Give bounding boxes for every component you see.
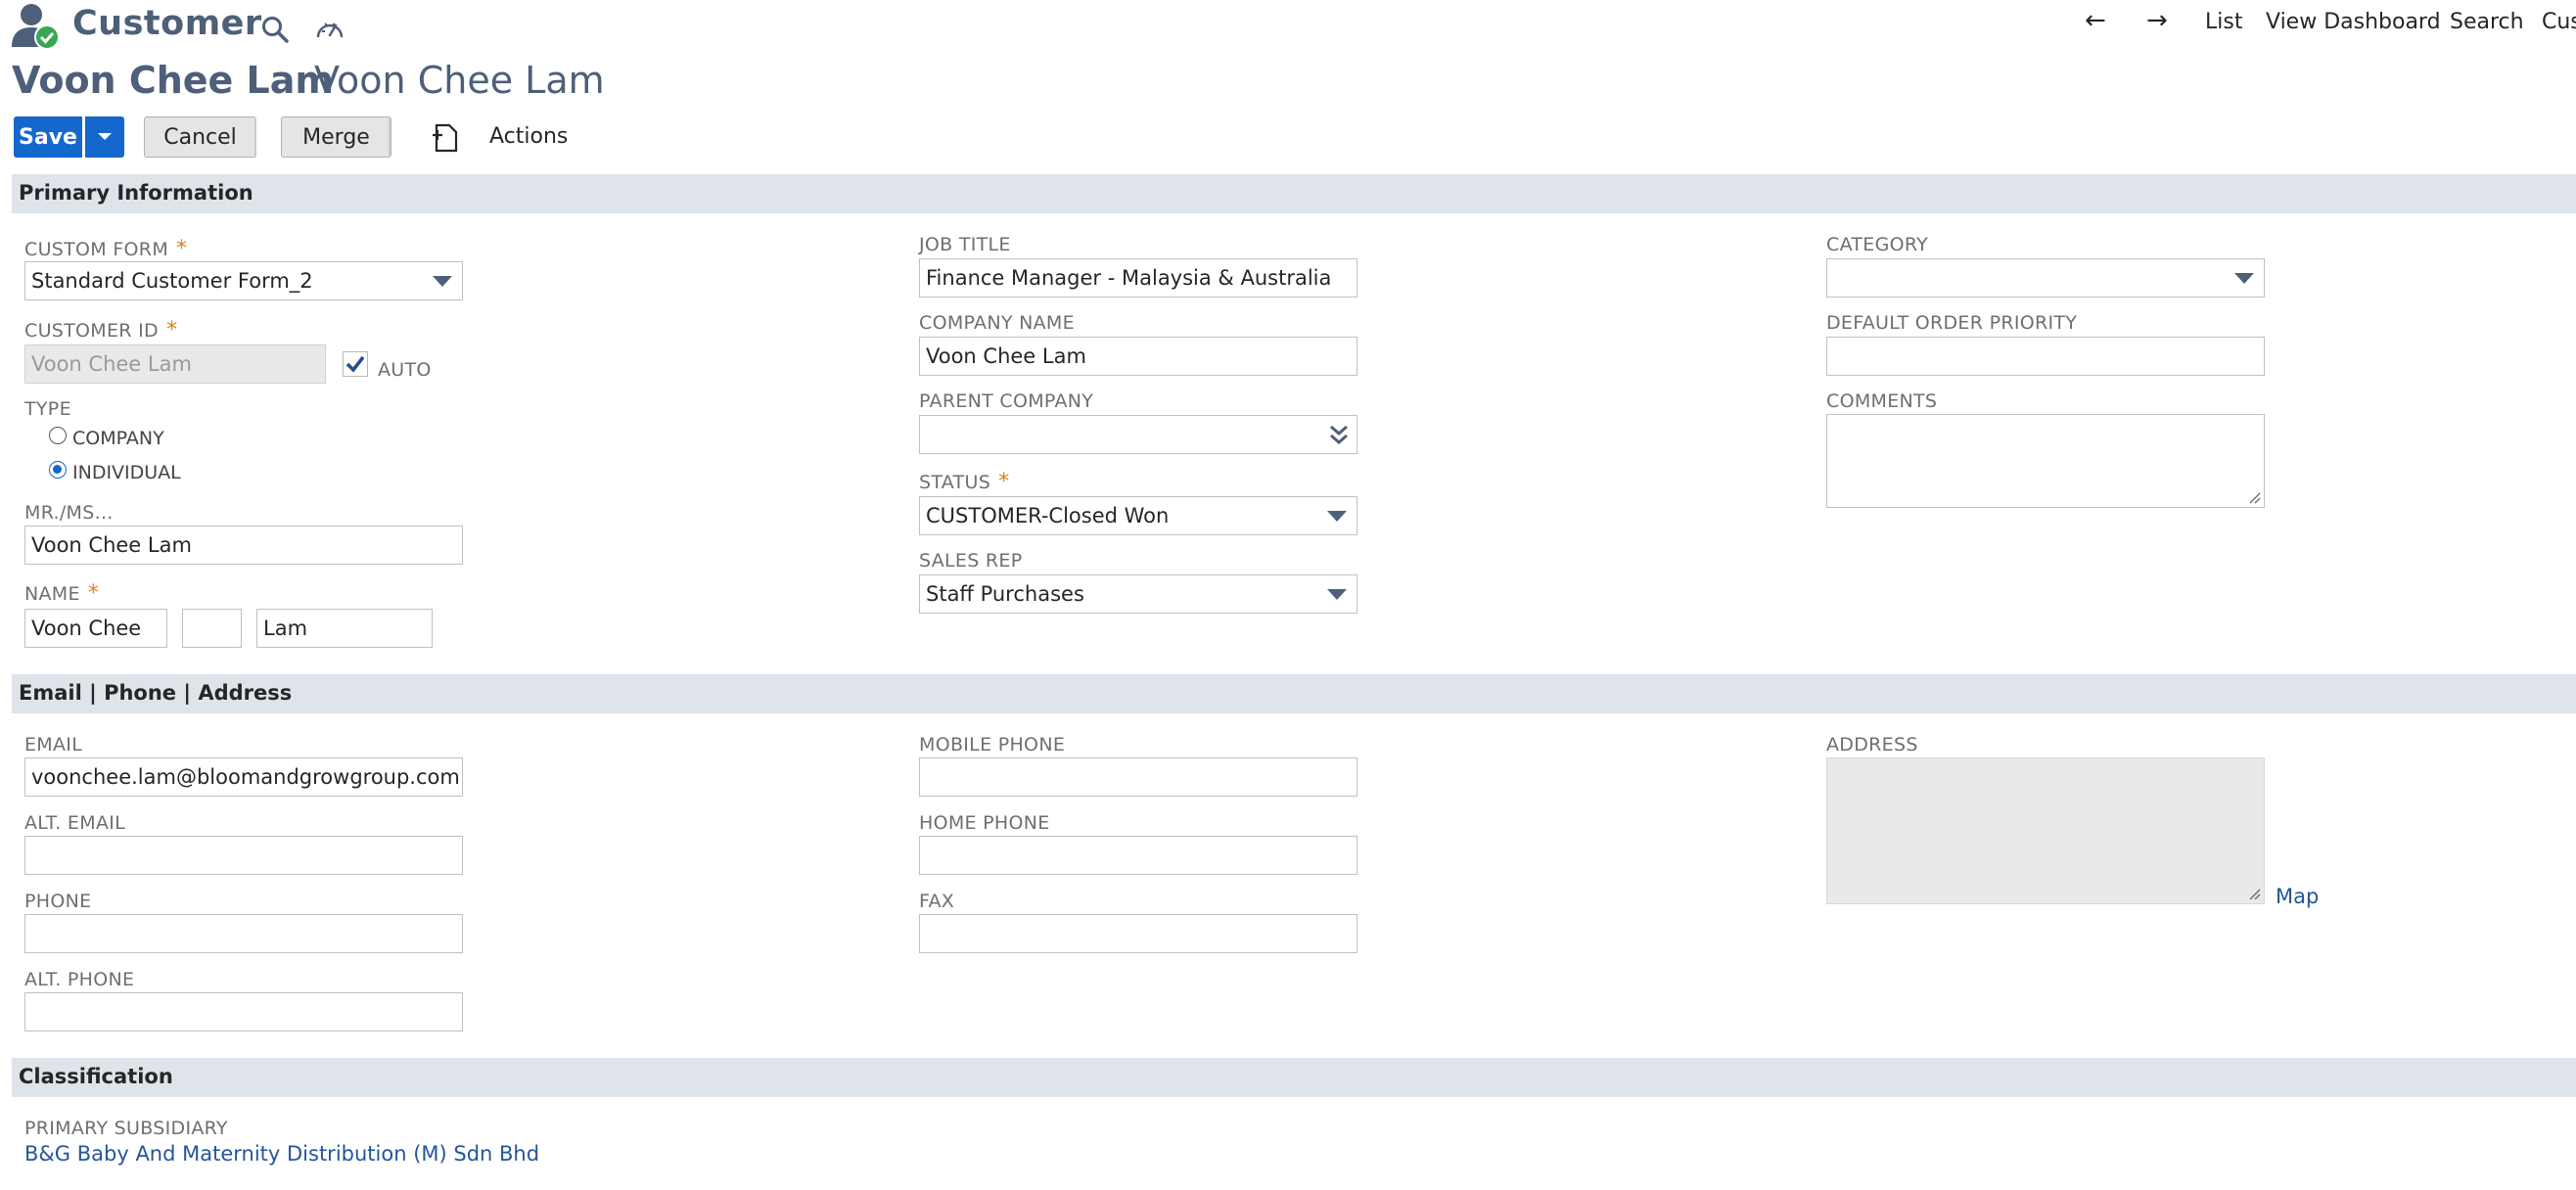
map-link[interactable]: Map bbox=[2276, 885, 2319, 908]
first-name-field[interactable]: Voon Chee bbox=[24, 609, 167, 648]
last-name-field[interactable]: Lam bbox=[256, 609, 433, 648]
back-arrow-icon[interactable]: ← bbox=[2085, 6, 2106, 35]
customer-app-icon bbox=[10, 2, 61, 51]
alt-email-label: ALT. EMAIL bbox=[24, 812, 125, 834]
middle-name-field[interactable] bbox=[182, 609, 242, 648]
chevron-down-icon bbox=[2234, 273, 2254, 284]
chevron-down-icon bbox=[1327, 589, 1347, 600]
sales-rep-label: SALES REP bbox=[919, 550, 1023, 572]
primary-subsidiary-link[interactable]: B&G Baby And Maternity Distribution (M) … bbox=[24, 1142, 539, 1166]
section-primary-information[interactable]: Primary Information bbox=[12, 174, 2576, 213]
nav-search-link[interactable]: Search bbox=[2450, 10, 2524, 34]
email-label: EMAIL bbox=[24, 734, 83, 755]
required-asterisk-icon: * bbox=[87, 581, 100, 606]
search-icon[interactable] bbox=[259, 14, 291, 45]
home-phone-field[interactable] bbox=[919, 836, 1357, 875]
comments-label: COMMENTS bbox=[1826, 390, 1938, 412]
fax-field[interactable] bbox=[919, 914, 1357, 953]
mobile-phone-field[interactable] bbox=[919, 757, 1357, 797]
default-order-priority-label: DEFAULT ORDER PRIORITY bbox=[1826, 312, 2078, 334]
double-chevron-down-icon bbox=[1330, 425, 1348, 444]
save-dropdown-button[interactable] bbox=[85, 116, 124, 158]
parent-company-select[interactable] bbox=[919, 415, 1357, 454]
category-select[interactable] bbox=[1826, 258, 2265, 298]
checkmark-icon bbox=[345, 355, 365, 373]
custom-form-select[interactable]: Standard Customer Form_2 bbox=[24, 261, 463, 300]
section-title: Classification bbox=[19, 1065, 173, 1088]
resize-handle-icon bbox=[2249, 492, 2261, 504]
category-label: CATEGORY bbox=[1826, 234, 1929, 255]
type-individual-label: INDIVIDUAL bbox=[72, 462, 181, 483]
job-title-field[interactable]: Finance Manager - Malaysia & Australia bbox=[919, 258, 1357, 298]
save-button[interactable]: Save bbox=[14, 116, 82, 158]
company-name-label: COMPANY NAME bbox=[919, 312, 1075, 334]
job-title-label: JOB TITLE bbox=[919, 234, 1011, 255]
default-order-priority-field[interactable] bbox=[1826, 337, 2265, 376]
fax-label: FAX bbox=[919, 891, 955, 912]
actions-menu[interactable]: Actions bbox=[489, 124, 568, 149]
customer-id-field: Voon Chee Lam bbox=[24, 344, 326, 384]
required-asterisk-icon: * bbox=[998, 470, 1010, 494]
status-select[interactable]: CUSTOMER-Closed Won bbox=[919, 496, 1357, 535]
toolbar-divider bbox=[254, 117, 256, 157]
salutation-label: MR./MS... bbox=[24, 502, 114, 524]
page-app-title: Customer bbox=[72, 4, 262, 43]
section-email-phone-address[interactable]: Email | Phone | Address bbox=[12, 674, 2576, 713]
nav-view-dashboard-link[interactable]: View Dashboard bbox=[2266, 10, 2441, 34]
comments-textarea[interactable] bbox=[1826, 414, 2265, 508]
parent-company-label: PARENT COMPANY bbox=[919, 390, 1094, 412]
auto-checkbox-label: AUTO bbox=[378, 359, 432, 381]
forward-arrow-icon[interactable]: → bbox=[2146, 6, 2168, 35]
primary-subsidiary-label: PRIMARY SUBSIDIARY bbox=[24, 1118, 228, 1139]
chevron-down-icon bbox=[98, 133, 112, 140]
nav-customize-link[interactable]: Cus bbox=[2542, 10, 2576, 34]
record-title: Voon Chee Lam bbox=[12, 59, 334, 102]
phone-label: PHONE bbox=[24, 891, 92, 912]
resize-handle-icon bbox=[2249, 889, 2261, 900]
merge-button[interactable]: Merge bbox=[281, 116, 391, 158]
type-label: TYPE bbox=[24, 398, 71, 420]
alt-phone-label: ALT. PHONE bbox=[24, 969, 135, 990]
chevron-down-icon bbox=[1327, 511, 1347, 522]
mobile-phone-label: MOBILE PHONE bbox=[919, 734, 1066, 755]
type-company-label: COMPANY bbox=[72, 428, 164, 449]
alt-email-field[interactable] bbox=[24, 836, 463, 875]
type-company-radio[interactable] bbox=[49, 427, 67, 444]
cancel-button[interactable]: Cancel bbox=[144, 116, 256, 158]
sales-rep-select[interactable]: Staff Purchases bbox=[919, 574, 1357, 614]
required-asterisk-icon: * bbox=[176, 237, 188, 261]
chevron-down-icon bbox=[433, 276, 452, 287]
required-asterisk-icon: * bbox=[165, 318, 178, 343]
custom-form-label: CUSTOM FORM * bbox=[24, 237, 188, 261]
record-subtitle: Voon Chee Lam bbox=[314, 59, 605, 102]
company-name-field[interactable]: Voon Chee Lam bbox=[919, 337, 1357, 376]
auto-checkbox[interactable] bbox=[343, 351, 368, 377]
alt-phone-field[interactable] bbox=[24, 992, 463, 1031]
nav-list-link[interactable]: List bbox=[2205, 10, 2242, 34]
customer-id-label: CUSTOMER ID * bbox=[24, 318, 178, 343]
address-textarea bbox=[1826, 757, 2265, 904]
section-classification[interactable]: Classification bbox=[12, 1058, 2576, 1097]
name-label: NAME * bbox=[24, 581, 100, 606]
email-field[interactable]: voonchee.lam@bloomandgrowgroup.com bbox=[24, 757, 463, 797]
section-title: Primary Information bbox=[19, 181, 253, 205]
toolbar-divider bbox=[389, 117, 391, 157]
type-individual-radio[interactable] bbox=[49, 461, 67, 479]
address-label: ADDRESS bbox=[1826, 734, 1918, 755]
salutation-field[interactable]: Voon Chee Lam bbox=[24, 526, 463, 565]
status-label: STATUS * bbox=[919, 470, 1010, 494]
phone-field[interactable] bbox=[24, 914, 463, 953]
dashboard-gauge-icon[interactable] bbox=[314, 14, 345, 45]
new-document-icon[interactable] bbox=[431, 121, 462, 155]
home-phone-label: HOME PHONE bbox=[919, 812, 1050, 834]
section-title: Email | Phone | Address bbox=[19, 681, 293, 705]
